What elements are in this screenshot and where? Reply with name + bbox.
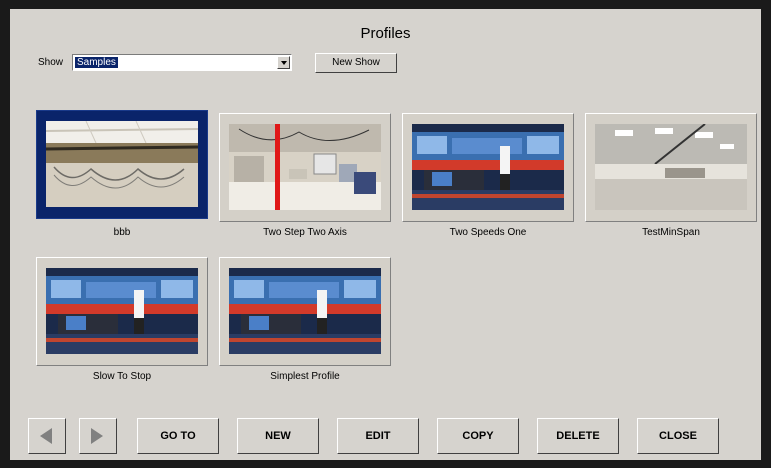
close-button[interactable]: CLOSE	[637, 418, 719, 454]
triangle-left-icon	[40, 428, 52, 444]
profile-image-news-studio	[46, 268, 198, 354]
show-select-value: Samples	[75, 57, 118, 68]
chevron-down-icon[interactable]	[277, 56, 290, 69]
next-button[interactable]	[79, 418, 117, 454]
profile-name: Simplest Profile	[270, 371, 340, 382]
profile-thumbnail[interactable]	[219, 257, 391, 366]
delete-button[interactable]: DELETE	[537, 418, 619, 454]
new-show-button[interactable]: New Show	[315, 53, 397, 73]
profiles-panel: Profiles Show Samples New Show bbb Two S…	[10, 9, 761, 460]
profile-thumbnail[interactable]	[36, 257, 208, 366]
show-label: Show	[38, 57, 64, 68]
page-title: Profiles	[360, 25, 411, 42]
profile-thumbnail[interactable]	[219, 113, 391, 222]
profile-name: Two Step Two Axis	[263, 227, 347, 238]
profile-name: Two Speeds One	[449, 227, 527, 238]
profile-image-office-ceiling	[595, 124, 747, 210]
profile-name: TestMinSpan	[642, 227, 700, 238]
profile-image-ceiling-rig	[46, 121, 198, 207]
profile-image-news-studio	[229, 268, 381, 354]
go-to-button[interactable]: GO TO	[137, 418, 219, 454]
edit-button[interactable]: EDIT	[337, 418, 419, 454]
profile-image-lab-room	[229, 124, 381, 210]
show-select[interactable]: Samples	[72, 54, 292, 71]
profile-name: Slow To Stop	[92, 371, 152, 382]
triangle-right-icon	[91, 428, 103, 444]
profile-name: bbb	[113, 227, 131, 238]
previous-button[interactable]	[28, 418, 66, 454]
copy-button[interactable]: COPY	[437, 418, 519, 454]
profile-thumbnail[interactable]	[36, 110, 208, 219]
profile-image-news-studio	[412, 124, 564, 210]
new-button[interactable]: NEW	[237, 418, 319, 454]
profile-thumbnail[interactable]	[402, 113, 574, 222]
profile-thumbnail[interactable]	[585, 113, 757, 222]
